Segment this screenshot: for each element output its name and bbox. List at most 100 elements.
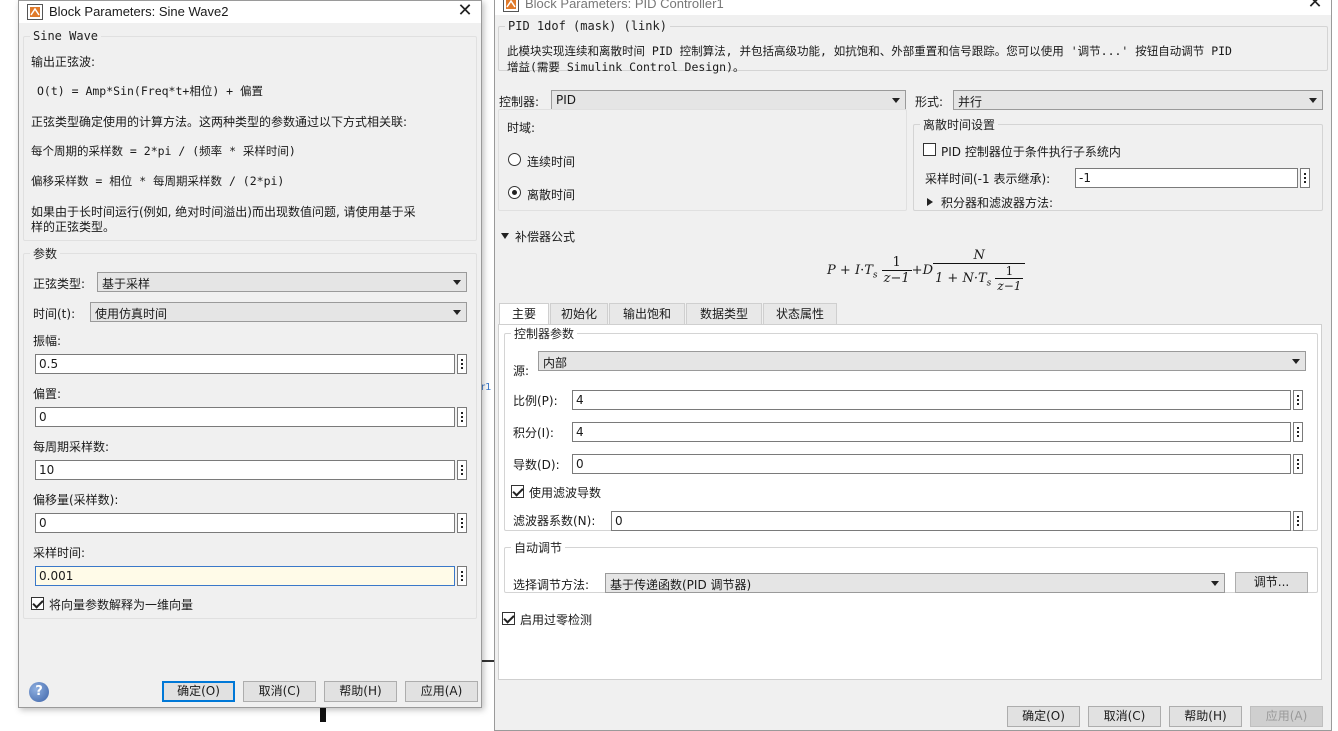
time-select[interactable]: 使用仿真时间 [90, 302, 467, 322]
tune-button[interactable]: 调节... [1235, 572, 1308, 593]
derivative-label: 导数(D): [513, 458, 560, 472]
sine-desc-line6b: 样的正弦类型。 [31, 220, 116, 234]
tab-main[interactable]: 主要 [499, 303, 549, 325]
pid-description-line1: 此模块实现连续和离散时间 PID 控制算法, 并包括高级功能, 如抗饱和、外部重… [507, 44, 1232, 58]
integral-label: 积分(I): [513, 426, 554, 440]
form-value: 并行 [958, 95, 983, 109]
collapse-arrow-icon[interactable] [501, 233, 509, 239]
bias-label: 偏置: [33, 387, 62, 401]
compensator-title[interactable]: 补偿器公式 [515, 228, 575, 245]
more-options-icon[interactable] [1293, 454, 1303, 474]
controller-select[interactable]: PID [551, 90, 906, 110]
chevron-down-icon [453, 280, 461, 285]
amplitude-label: 振幅: [33, 334, 62, 348]
pid-titlebar: Block Parameters: PID Controller1 ✕ [495, 0, 1331, 15]
bias-input[interactable]: 0 [35, 407, 455, 427]
sine-type-select[interactable]: 基于采样 [97, 272, 467, 292]
canvas-block-label: r1 [481, 382, 492, 393]
zero-crossing-label: 启用过零检测 [520, 613, 593, 627]
vector-params-checkbox[interactable] [31, 597, 44, 610]
time-domain-title: 时域: [507, 121, 536, 135]
sine-ok-button[interactable]: 确定(O) [162, 681, 235, 702]
sample-time-input[interactable]: 0.001 [35, 566, 455, 586]
tuning-method-select[interactable]: 基于传递函数(PID 调节器) [605, 573, 1225, 593]
discrete-settings-title: 离散时间设置 [923, 118, 996, 132]
vector-params-label: 将向量参数解释为一维向量 [49, 598, 194, 612]
sine-apply-button[interactable]: 应用(A) [405, 681, 478, 702]
discrete-time-radio[interactable] [508, 186, 521, 199]
form-select[interactable]: 并行 [953, 90, 1323, 110]
help-icon[interactable]: ? [29, 682, 49, 702]
more-options-icon[interactable] [457, 354, 467, 374]
tuning-method-value: 基于传递函数(PID 调节器) [610, 578, 752, 592]
block-icon [27, 4, 43, 20]
samples-per-period-input[interactable]: 10 [35, 460, 455, 480]
discrete-sample-time-label: 采样时间(-1 表示继承): [925, 172, 1051, 186]
tab-state-attributes[interactable]: 状态属性 [763, 303, 837, 324]
source-label: 源: [513, 364, 530, 378]
controller-label: 控制器: [499, 95, 540, 109]
canvas-signal-line [320, 706, 326, 722]
block-icon [503, 0, 519, 12]
continuous-time-radio[interactable] [508, 153, 521, 166]
filter-coefficient-input[interactable]: 0 [611, 511, 1291, 531]
pid-ok-button[interactable]: 确定(O) [1007, 706, 1080, 727]
zero-crossing-checkbox[interactable] [502, 612, 515, 625]
discrete-sample-time-input[interactable]: -1 [1075, 168, 1298, 188]
continuous-time-label: 连续时间 [527, 155, 576, 169]
sine-desc-line2: O(t) = Amp*Sin(Freq*t+相位) + 偏置 [37, 84, 264, 98]
close-icon[interactable]: ✕ [1305, 0, 1325, 13]
sine-dialog: Block Parameters: Sine Wave2 ✕ Sine Wave… [18, 0, 482, 708]
form-label: 形式: [915, 95, 944, 109]
sine-cancel-button[interactable]: 取消(C) [243, 681, 316, 702]
sine-title: Block Parameters: Sine Wave2 [49, 4, 229, 19]
amplitude-input[interactable]: 0.5 [35, 354, 455, 374]
more-options-icon[interactable] [457, 513, 467, 533]
offset-samples-input[interactable]: 0 [35, 513, 455, 533]
compensator-formula: P + I·Ts 1 z−1 +D N 1 + N·Ts 1 z−1 [827, 248, 1026, 293]
samples-per-period-label: 每周期采样数: [33, 440, 110, 454]
pid-cancel-button[interactable]: 取消(C) [1088, 706, 1161, 727]
tab-output-saturation[interactable]: 输出饱和 [609, 303, 685, 324]
sine-params-title: 参数 [33, 247, 58, 261]
sine-desc-line1: 输出正弦波: [31, 55, 96, 69]
more-options-icon[interactable] [457, 460, 467, 480]
close-icon[interactable]: ✕ [455, 1, 475, 21]
integral-input[interactable]: 4 [572, 422, 1291, 442]
sine-desc-line3: 正弦类型确定使用的计算方法。这两种类型的参数通过以下方式相关联: [31, 115, 408, 129]
derivative-input[interactable]: 0 [572, 454, 1291, 474]
sine-titlebar: Block Parameters: Sine Wave2 ✕ [19, 1, 481, 23]
more-options-icon[interactable] [457, 407, 467, 427]
sine-desc-line4: 每个周期的采样数 = 2*pi / (频率 * 采样时间) [31, 144, 296, 158]
pid-apply-button[interactable]: 应用(A) [1250, 706, 1323, 727]
time-value: 使用仿真时间 [95, 307, 168, 321]
auto-tune-title: 自动调节 [514, 541, 563, 555]
more-options-icon[interactable] [457, 566, 467, 586]
proportional-input[interactable]: 4 [572, 390, 1291, 410]
chevron-down-icon [1292, 359, 1300, 364]
tuning-method-label: 选择调节方法: [513, 578, 590, 592]
more-options-icon[interactable] [1293, 511, 1303, 531]
tab-data-types[interactable]: 数据类型 [686, 303, 762, 324]
more-options-icon[interactable] [1293, 390, 1303, 410]
more-options-icon[interactable] [1300, 168, 1310, 188]
chevron-down-icon [1211, 581, 1219, 586]
more-options-icon[interactable] [1293, 422, 1303, 442]
expand-arrow-icon[interactable] [927, 198, 933, 206]
sine-group-title: Sine Wave [33, 29, 99, 43]
pid-dialog: Block Parameters: PID Controller1 ✕ PID … [494, 0, 1332, 731]
controller-value: PID [556, 93, 577, 107]
subsystem-checkbox[interactable] [923, 143, 936, 156]
chevron-down-icon [892, 98, 900, 103]
subsystem-checkbox-label: PID 控制器位于条件执行子系统内 [941, 145, 1121, 159]
source-select[interactable]: 内部 [538, 351, 1306, 371]
integrator-method-label[interactable]: 积分器和滤波器方法: [941, 194, 1053, 211]
filter-derivative-checkbox[interactable] [511, 485, 524, 498]
pid-help-button[interactable]: 帮助(H) [1169, 706, 1242, 727]
sine-help-button[interactable]: 帮助(H) [324, 681, 397, 702]
proportional-label: 比例(P): [513, 394, 558, 408]
sine-type-label: 正弦类型: [33, 277, 86, 291]
tab-init[interactable]: 初始化 [550, 303, 608, 324]
controller-params-title: 控制器参数 [514, 327, 575, 341]
source-value: 内部 [543, 356, 568, 370]
